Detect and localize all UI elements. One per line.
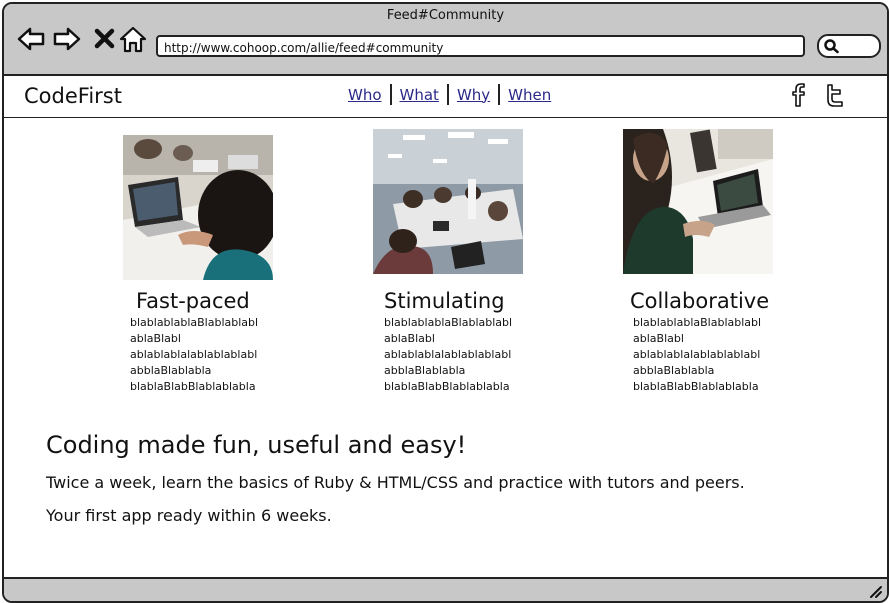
browser-window: Feed#Community http://www.cohoop.com/all…	[2, 2, 889, 603]
home-icon	[119, 26, 147, 53]
address-bar[interactable]	[156, 35, 805, 57]
forward-button[interactable]	[52, 24, 82, 54]
feature-description: blablablablaBlablablabl ablaBlabl ablabl…	[130, 315, 258, 395]
description-line: abblaBlablabla	[633, 364, 715, 377]
photo-coding-workshop	[123, 135, 273, 280]
search-icon	[824, 39, 839, 54]
browser-toolbar: Feed#Community	[4, 4, 887, 76]
pitch-text: Your first app ready within 6 weeks.	[46, 506, 332, 525]
resize-grip-icon[interactable]	[867, 583, 883, 599]
twitter-icon	[827, 84, 843, 107]
facebook-icon	[792, 83, 805, 107]
description-line: ablaBlabl	[633, 332, 684, 345]
description-line: blablaBlabBlablablabla	[384, 380, 510, 393]
description-line: ablaBlabl	[384, 332, 435, 345]
url-input[interactable]	[158, 40, 800, 56]
feature-title: Fast-paced	[136, 289, 250, 313]
feature-description: blablablablaBlablablabl ablaBlabl ablabl…	[633, 315, 761, 395]
description-line: blablaBlabBlablablabla	[130, 380, 256, 393]
description-line: blablablablaBlablablabl	[384, 316, 513, 329]
description-line: ablablablalablablablabl	[130, 348, 258, 361]
feature-photo	[623, 129, 773, 274]
description-line: blablaBlabBlablablabla	[633, 380, 759, 393]
site-header: CodeFirst Who What Why When	[4, 76, 887, 118]
back-arrow-icon	[17, 27, 45, 51]
feature-title: Collaborative	[630, 289, 770, 313]
description-line: abblaBlablabla	[384, 364, 466, 377]
search-box[interactable]	[817, 34, 881, 58]
pitch-headline: Coding made fun, useful and easy!	[46, 431, 467, 459]
nav-link-why[interactable]: Why	[449, 86, 498, 104]
feature-photo	[373, 129, 523, 274]
status-bar	[4, 577, 887, 601]
description-line: ablablablalablablablabl	[633, 348, 761, 361]
description-line: ablaBlabl	[130, 332, 181, 345]
description-line: blablablablaBlablablabl	[130, 316, 259, 329]
close-icon	[94, 28, 115, 49]
home-button[interactable]	[118, 24, 148, 54]
description-line: ablablablalablablablabl	[384, 348, 512, 361]
description-line: blablablablaBlablablabl	[633, 316, 762, 329]
facebook-link[interactable]	[785, 82, 811, 108]
photo-pair-programming	[623, 129, 773, 274]
nav-link-when[interactable]: When	[500, 86, 559, 104]
twitter-link[interactable]	[822, 82, 848, 108]
feature-title: Stimulating	[384, 289, 505, 313]
feature-description: blablablablaBlablablabl ablaBlabl ablabl…	[384, 315, 512, 395]
feature-photo	[123, 135, 273, 280]
stop-button[interactable]	[90, 24, 120, 54]
site-logo[interactable]: CodeFirst	[24, 84, 122, 108]
nav-link-what[interactable]: What	[392, 86, 447, 104]
main-nav: Who What Why When	[340, 84, 559, 105]
photo-classroom	[373, 129, 523, 274]
forward-arrow-icon	[53, 27, 81, 51]
pitch-text: Twice a week, learn the basics of Ruby &…	[46, 473, 745, 492]
back-button[interactable]	[16, 24, 46, 54]
window-title: Feed#Community	[386, 8, 505, 23]
nav-link-who[interactable]: Who	[340, 86, 390, 104]
description-line: abblaBlablabla	[130, 364, 212, 377]
